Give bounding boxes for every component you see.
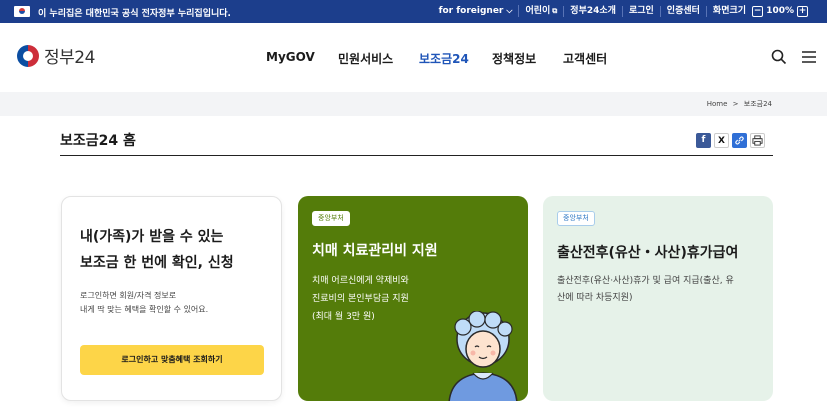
x-share-icon[interactable]: X	[714, 133, 729, 148]
certificate-center-link[interactable]: 인증센터	[661, 5, 707, 17]
facebook-share-icon[interactable]: f	[696, 133, 711, 148]
nav-customer-center[interactable]: 고객센터	[563, 50, 607, 67]
nav-subsidy24[interactable]: 보조금24	[419, 50, 469, 67]
login-benefit-button[interactable]: 로그인하고 맞춤혜택 조회하기	[80, 345, 264, 375]
login-card-desc-line1: 로그인하면 회원/자격 정보로	[80, 291, 177, 300]
zoom-out-button[interactable]: −	[752, 5, 764, 17]
menu-icon[interactable]	[801, 49, 817, 69]
chevron-down-icon: ⌵	[506, 6, 513, 15]
dementia-card-title: 치매 치료관리비 지원	[312, 243, 438, 259]
childbirth-card-description: 출산전후(유산·사산)휴가 및 급여 지급(출산, 유 산에 따라 차등지원)	[557, 273, 762, 307]
childbirth-card-title: 출산전후(유산・사산)휴가급여	[557, 245, 739, 261]
breadcrumb-current: 보조금24	[743, 100, 772, 108]
zoom-control: 화면크기 −100% +	[707, 5, 817, 17]
logo-text: 정부24	[44, 48, 95, 68]
login-card-description: 로그인하면 회원/자격 정보로 내게 딱 맞는 혜택을 확인할 수 있어요.	[80, 289, 280, 317]
breadcrumb: Home > 보조금24	[707, 99, 772, 109]
login-link[interactable]: 로그인	[623, 5, 661, 17]
dementia-desc-line1: 치매 어르신에게 약제비와	[312, 276, 409, 286]
official-notice-text: 이 누리집은 대한민국 공식 전자정부 누리집입니다.	[38, 9, 231, 19]
utility-links: for foreigner ⌵ 어린이 ⧉ 정부24소개 로그인 인증센터 화면크기…	[433, 5, 817, 17]
login-benefit-card: 내(가족)가 받을 수 있는 보조금 한 번에 확인, 신청 로그인하면 회원/…	[61, 196, 282, 401]
for-foreigner-label: for foreigner	[438, 6, 504, 16]
kids-label: 어린이	[525, 5, 551, 16]
nav-mygov[interactable]: MyGOV	[266, 50, 315, 64]
korea-flag-icon	[14, 6, 30, 17]
external-link-icon: ⧉	[552, 6, 558, 15]
link-copy-icon[interactable]	[732, 133, 747, 148]
childbirth-desc-line1: 출산전후(유산·사산)휴가 및 급여 지급(출산, 유	[557, 276, 734, 286]
breadcrumb-home[interactable]: Home	[707, 100, 728, 108]
zoom-label: 화면크기	[712, 5, 747, 16]
elderly-person-illustration	[443, 310, 523, 401]
search-icon[interactable]	[771, 49, 787, 69]
kids-link[interactable]: 어린이 ⧉	[519, 5, 565, 17]
zoom-in-button[interactable]: +	[797, 5, 808, 17]
login-card-title-line1: 내(가족)가 받을 수 있는	[80, 229, 224, 245]
ministry-badge: 중앙부처	[312, 211, 350, 226]
title-divider	[60, 155, 773, 156]
page-title: 보조금24 홈	[60, 133, 136, 149]
nav-policy-info[interactable]: 정책정보	[492, 50, 536, 67]
dementia-desc-line3: (최대 월 3만 원)	[312, 312, 375, 322]
breadcrumb-separator: >	[732, 100, 739, 108]
login-card-desc-line2: 내게 딱 맞는 혜택을 확인할 수 있어요.	[80, 305, 209, 314]
dementia-desc-line2: 진료비의 본인부담금 지원	[312, 294, 409, 304]
breadcrumb-bar: Home > 보조금24	[0, 92, 827, 116]
official-site-banner: 이 누리집은 대한민국 공식 전자정부 누리집입니다. for foreigne…	[0, 0, 827, 23]
dementia-card-description: 치매 어르신에게 약제비와 진료비의 본인부담금 지원 (최대 월 3만 원)	[312, 272, 442, 326]
childbirth-desc-line2: 산에 따라 차등지원)	[557, 293, 633, 303]
childbirth-leave-card[interactable]: 중앙부처 출산전후(유산・사산)휴가급여 출산전후(유산·사산)휴가 및 급여 …	[543, 196, 773, 401]
site-header: 정부24 MyGOV 민원서비스 보조금24 정책정보 고객센터	[0, 23, 827, 92]
login-card-title: 내(가족)가 받을 수 있는 보조금 한 번에 확인, 신청	[80, 224, 280, 276]
zoom-value: 100%	[766, 5, 794, 16]
site-logo[interactable]: 정부24	[17, 43, 95, 68]
ministry-badge: 중앙부처	[557, 211, 595, 226]
dementia-support-card[interactable]: 중앙부처 치매 치료관리비 지원 치매 어르신에게 약제비와 진료비의 본인부담…	[298, 196, 528, 401]
for-foreigner-link[interactable]: for foreigner ⌵	[433, 5, 520, 17]
taegeuk-logo-icon	[17, 44, 39, 67]
login-card-title-line2: 보조금 한 번에 확인, 신청	[80, 255, 234, 271]
intro-link[interactable]: 정부24소개	[564, 5, 623, 17]
print-icon[interactable]	[750, 133, 765, 148]
nav-civil-service[interactable]: 민원서비스	[338, 50, 393, 67]
